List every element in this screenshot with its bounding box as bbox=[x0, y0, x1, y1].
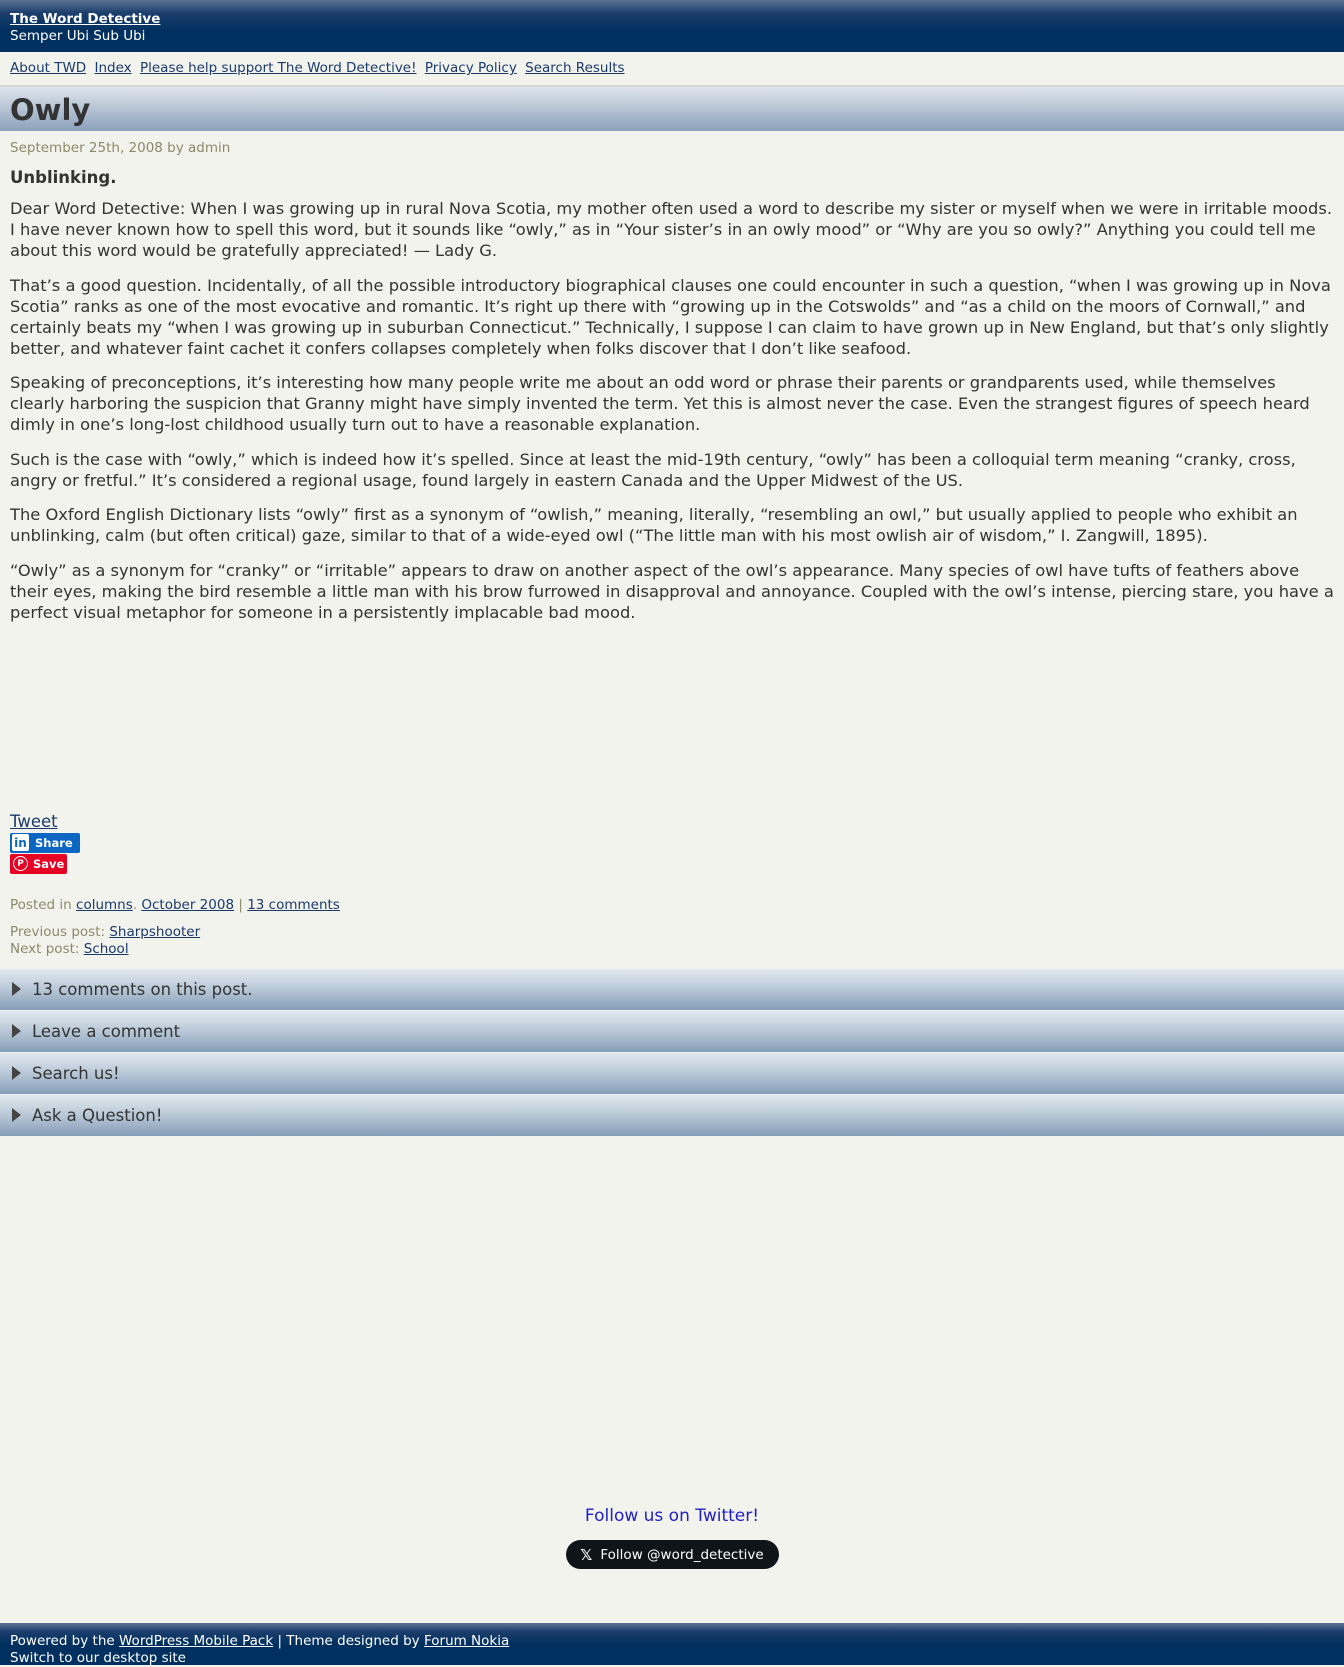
nav-about[interactable]: About TWD bbox=[10, 60, 86, 76]
nav-privacy[interactable]: Privacy Policy bbox=[425, 60, 517, 76]
post-paragraph: Dear Word Detective: When I was growing … bbox=[10, 199, 1332, 260]
expand-triangle-icon bbox=[12, 1108, 21, 1122]
post-content: September 25th, 2008 by admin Unblinking… bbox=[0, 131, 1344, 958]
tweet-link[interactable]: Tweet bbox=[10, 812, 58, 832]
site-footer: Powered by the WordPress Mobile Pack | T… bbox=[0, 1623, 1344, 1667]
section-comments[interactable]: 13 comments on this post. bbox=[0, 967, 1344, 1010]
wordpress-mobile-pack-link[interactable]: WordPress Mobile Pack bbox=[119, 1633, 273, 1649]
expand-triangle-icon bbox=[12, 982, 21, 996]
theme-credit-text: | Theme designed by bbox=[277, 1633, 420, 1649]
previous-post: Previous post: Sharpshooter bbox=[10, 924, 1334, 941]
post-paragraph: Speaking of preconceptions, it’s interes… bbox=[10, 373, 1310, 434]
separator: | bbox=[238, 896, 243, 913]
next-post-link[interactable]: School bbox=[84, 941, 129, 957]
linkedin-share-label: Share bbox=[35, 835, 73, 850]
powered-by-text: Powered by the bbox=[10, 1633, 115, 1649]
section-search[interactable]: Search us! bbox=[0, 1051, 1344, 1094]
nav-search-results[interactable]: Search Results bbox=[525, 60, 624, 76]
archive-month-link[interactable]: October 2008 bbox=[141, 897, 234, 913]
category-link[interactable]: columns bbox=[76, 897, 133, 913]
previous-post-link[interactable]: Sharpshooter bbox=[109, 924, 200, 940]
site-title-link[interactable]: The Word Detective bbox=[10, 11, 160, 28]
top-nav: About TWD Index Please help support The … bbox=[0, 52, 1344, 86]
section-leave-comment[interactable]: Leave a comment bbox=[0, 1009, 1344, 1052]
footer-credits: Powered by the WordPress Mobile Pack | T… bbox=[10, 1633, 1334, 1650]
post-paragraph: Such is the case with “owly,” which is i… bbox=[10, 449, 1296, 490]
post-paragraph: The Oxford English Dictionary lists “owl… bbox=[10, 505, 1298, 545]
post-title-bar: Owly bbox=[0, 86, 1344, 131]
separator: . bbox=[132, 896, 138, 913]
previous-post-label: Previous post: bbox=[10, 923, 106, 940]
section-label: 13 comments on this post. bbox=[32, 979, 253, 999]
section-label: Search us! bbox=[32, 1063, 120, 1083]
section-ask-question[interactable]: Ask a Question! bbox=[0, 1093, 1344, 1136]
post-subtitle: Unblinking. bbox=[10, 168, 117, 187]
expand-triangle-icon bbox=[12, 1066, 21, 1080]
post-body: Dear Word Detective: When I was growing … bbox=[10, 198, 1334, 623]
post-paragraph: “Owly” as a synonym for “cranky” or “irr… bbox=[10, 560, 1334, 622]
switch-desktop-link[interactable]: Switch to our desktop site bbox=[10, 1650, 1334, 1667]
twitter-follow-button[interactable]: 𝕏 Follow @word_detective bbox=[565, 1540, 779, 1569]
post-paragraph: That’s a good question. Incidentally, of… bbox=[10, 275, 1331, 358]
twitter-follow-area: Follow us on Twitter! 𝕏 Follow @word_det… bbox=[0, 1505, 1344, 1569]
site-header: The Word Detective Semper Ubi Sub Ubi bbox=[0, 0, 1344, 52]
linkedin-share-button[interactable]: in Share bbox=[10, 832, 80, 853]
linkedin-icon: in bbox=[12, 834, 29, 851]
pinterest-icon: P bbox=[13, 856, 28, 871]
next-post: Next post: School bbox=[10, 941, 1334, 958]
section-label: Ask a Question! bbox=[32, 1105, 163, 1125]
post-meta: September 25th, 2008 by admin bbox=[10, 140, 231, 156]
forum-nokia-link[interactable]: Forum Nokia bbox=[424, 1633, 509, 1649]
collapsible-sections: 13 comments on this post. Leave a commen… bbox=[0, 967, 1344, 1136]
posted-in-label: Posted in bbox=[10, 896, 72, 913]
share-buttons: Tweet in Share P Save bbox=[10, 812, 1334, 874]
post-navigation: Previous post: Sharpshooter Next post: S… bbox=[10, 924, 1334, 958]
twitter-follow-label: Follow @word_detective bbox=[600, 1546, 764, 1563]
expand-triangle-icon bbox=[12, 1024, 21, 1038]
follow-us-heading: Follow us on Twitter! bbox=[584, 1506, 760, 1526]
post-title: Owly bbox=[10, 93, 91, 127]
nav-support[interactable]: Please help support The Word Detective! bbox=[140, 60, 417, 76]
comments-link[interactable]: 13 comments bbox=[247, 897, 340, 913]
site-tagline: Semper Ubi Sub Ubi bbox=[10, 28, 146, 44]
pinterest-save-label: Save bbox=[33, 856, 65, 871]
post-footer: Posted in columns. October 2008 | 13 com… bbox=[10, 897, 1334, 914]
next-post-label: Next post: bbox=[10, 940, 80, 957]
x-logo-icon: 𝕏 bbox=[580, 1545, 593, 1564]
nav-index[interactable]: Index bbox=[95, 60, 132, 76]
section-label: Leave a comment bbox=[32, 1021, 181, 1041]
pinterest-save-button[interactable]: P Save bbox=[10, 853, 67, 874]
